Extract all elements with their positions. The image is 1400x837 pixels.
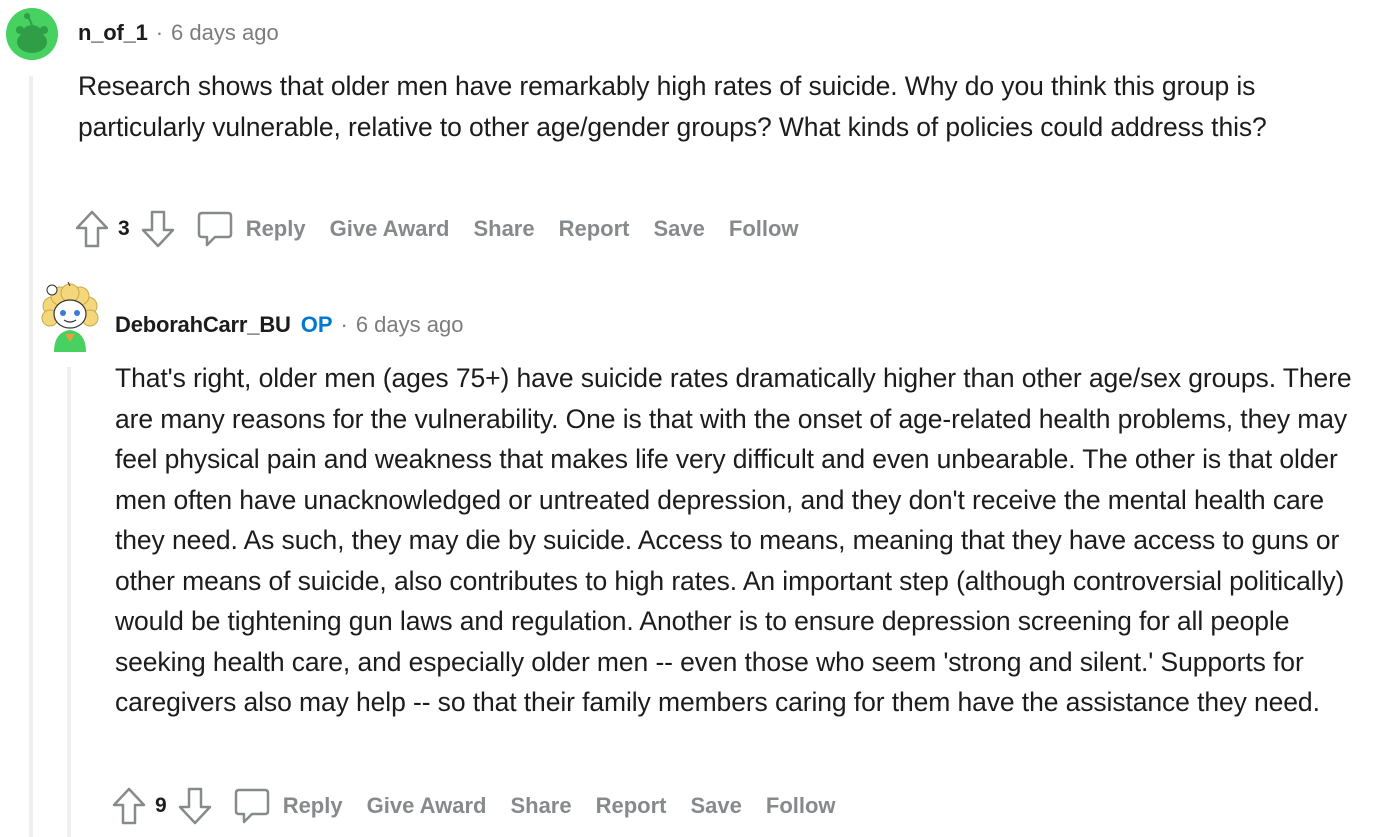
timestamp[interactable]: 6 days ago xyxy=(171,20,279,46)
avatar[interactable] xyxy=(6,8,58,60)
reply-button[interactable]: Reply xyxy=(233,786,343,826)
op-badge: OP xyxy=(300,312,333,337)
reply-label: Reply xyxy=(282,793,343,818)
comment-actions: 9 Reply Give Award Share Report Save Fol… xyxy=(109,785,836,827)
upvote-button[interactable] xyxy=(109,785,149,827)
meta-separator: · xyxy=(155,20,164,45)
meta-separator: · xyxy=(340,312,348,337)
snoo-avatar-icon xyxy=(41,282,99,352)
vote-score: 3 xyxy=(118,217,130,240)
avatar[interactable] xyxy=(38,282,102,352)
comment-body: That's right, older men (ages 75+) have … xyxy=(115,363,1352,717)
downvote-button[interactable] xyxy=(175,785,215,827)
share-button[interactable]: Share xyxy=(510,793,571,819)
report-button[interactable]: Report xyxy=(559,216,630,242)
timestamp[interactable]: 6 days ago xyxy=(356,312,464,338)
follow-button[interactable]: Follow xyxy=(766,793,836,819)
downvote-arrow-icon xyxy=(141,210,174,248)
save-button[interactable]: Save xyxy=(691,793,742,819)
upvote-arrow-icon xyxy=(75,210,109,248)
comment-meta: DeborahCarr_BU OP · 6 days ago xyxy=(115,312,463,338)
upvote-button[interactable] xyxy=(72,208,112,250)
comment-meta: n_of_1 · 6 days ago xyxy=(78,20,279,46)
vote-score: 9 xyxy=(155,794,167,817)
report-button[interactable]: Report xyxy=(596,793,667,819)
share-button[interactable]: Share xyxy=(473,216,534,242)
thread-line-1[interactable] xyxy=(29,76,33,837)
reply-label: Reply xyxy=(245,216,306,241)
speech-bubble-icon xyxy=(234,788,269,824)
speech-bubble-icon xyxy=(197,211,232,247)
thread-line-2[interactable] xyxy=(67,367,71,837)
comment-body: Research shows that older men have remar… xyxy=(78,71,1267,142)
give-award-button[interactable]: Give Award xyxy=(330,216,450,242)
upvote-arrow-icon xyxy=(112,787,146,825)
reply-button[interactable]: Reply xyxy=(196,209,306,249)
snoo-avatar-icon xyxy=(6,8,58,60)
give-award-button[interactable]: Give Award xyxy=(367,793,487,819)
follow-button[interactable]: Follow xyxy=(729,216,799,242)
save-button[interactable]: Save xyxy=(654,216,705,242)
username[interactable]: n_of_1 xyxy=(78,20,148,46)
downvote-arrow-icon xyxy=(178,787,211,825)
comment-actions: 3 Reply Give Award Share Report Save Fol… xyxy=(72,208,799,250)
username[interactable]: DeborahCarr_BU xyxy=(115,312,291,338)
downvote-button[interactable] xyxy=(138,208,178,250)
